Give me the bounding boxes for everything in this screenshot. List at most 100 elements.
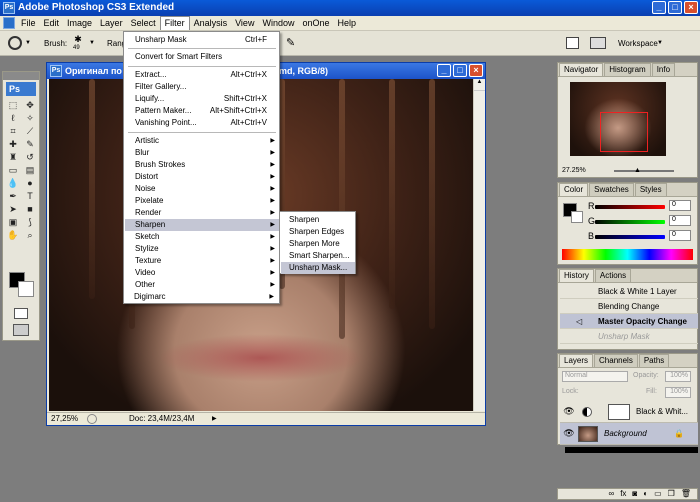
new-layer-icon[interactable]: ❐	[668, 489, 675, 499]
history-item[interactable]: Blending Change	[560, 299, 698, 314]
submenu-item-unsharp-mask[interactable]: Unsharp Mask...	[281, 262, 355, 274]
clone-stamp-tool-icon[interactable]: ♜	[5, 151, 21, 163]
eraser-tool-icon[interactable]: ▭	[5, 164, 21, 176]
channel-r-value[interactable]: 0	[669, 200, 691, 211]
workspace-label[interactable]: Workspace	[618, 39, 658, 48]
quick-selection-tool-icon[interactable]	[8, 36, 22, 50]
menu-item-last-filter[interactable]: Unsharp Mask Ctrl+F	[125, 34, 279, 46]
scroll-up-icon[interactable]: ▲	[474, 79, 485, 91]
blur-tool-icon[interactable]: 💧	[5, 177, 21, 189]
move-tool-icon[interactable]: ✥	[22, 99, 38, 111]
layer-name[interactable]: Black & Whit...	[636, 401, 688, 423]
submenu-item-sharpen-more[interactable]: Sharpen More	[281, 238, 355, 250]
screen-mode-icon[interactable]	[13, 324, 29, 336]
menu-image[interactable]: Image	[63, 16, 96, 31]
menu-item-stylize[interactable]: Stylize ▶	[125, 243, 279, 255]
doc-maximize-icon[interactable]: □	[453, 64, 467, 77]
blend-mode-select[interactable]: Normal	[562, 371, 628, 382]
dodge-tool-icon[interactable]: ●	[22, 177, 38, 189]
app-menu-icon[interactable]	[3, 17, 15, 29]
submenu-item-smart-sharpen[interactable]: Smart Sharpen...	[281, 250, 355, 262]
menu-item-digimarc[interactable]: Digimarc ▶	[124, 291, 278, 303]
submenu-item-sharpen[interactable]: Sharpen	[281, 214, 355, 226]
layer-row-selected[interactable]: 👁 Background 🔒	[560, 423, 698, 445]
menu-item-blur[interactable]: Blur ▶	[125, 147, 279, 159]
fill-field[interactable]: 100%	[665, 387, 691, 398]
tab-histogram[interactable]: Histogram	[604, 63, 651, 76]
history-brush-source-icon[interactable]: ◁	[576, 317, 582, 326]
close-icon[interactable]: ×	[684, 1, 698, 14]
tab-info[interactable]: Info	[651, 63, 676, 76]
add-mask-icon[interactable]: ◙	[632, 489, 637, 499]
maximize-icon[interactable]: □	[668, 1, 682, 14]
background-color-swatch[interactable]	[18, 281, 34, 297]
status-arrow-icon[interactable]: ▶	[212, 413, 217, 425]
minimize-icon[interactable]: _	[652, 1, 666, 14]
tab-layers[interactable]: Layers	[559, 354, 594, 367]
quick-mask-icon[interactable]	[14, 308, 28, 319]
menu-select[interactable]: Select	[127, 16, 160, 31]
menu-item-artistic[interactable]: Artistic ▶	[125, 135, 279, 147]
menu-filter[interactable]: Filter	[159, 16, 190, 30]
menu-item-brush-strokes[interactable]: Brush Strokes ▶	[125, 159, 279, 171]
submenu-item-sharpen-edges[interactable]: Sharpen Edges	[281, 226, 355, 238]
eye-icon[interactable]: 👁	[563, 427, 575, 439]
brush-dropdown-icon[interactable]: ▼	[89, 40, 95, 46]
zoom-level[interactable]: 27,25%	[51, 413, 78, 425]
menu-layer[interactable]: Layer	[96, 16, 127, 31]
tab-styles[interactable]: Styles	[634, 183, 667, 196]
menu-window[interactable]: Window	[258, 16, 298, 31]
opacity-field[interactable]: 100%	[665, 371, 691, 382]
history-brush-tool-icon[interactable]: ↺	[22, 151, 38, 163]
doc-minimize-icon[interactable]: _	[437, 64, 451, 77]
workspace-dropdown-icon[interactable]: ▼	[657, 40, 663, 46]
magic-wand-tool-icon[interactable]: ✧	[22, 112, 38, 124]
hand-tool-icon[interactable]: ✋	[5, 229, 21, 241]
layer-row[interactable]: 👁 Black & Whit...	[560, 401, 698, 423]
menu-item-other[interactable]: Other ▶	[125, 279, 279, 291]
tab-channels[interactable]: Channels	[594, 354, 638, 367]
menu-item-filter-gallery[interactable]: Filter Gallery...	[125, 81, 279, 93]
channel-r-slider[interactable]	[595, 205, 665, 209]
link-layers-icon[interactable]: ∞	[608, 489, 614, 499]
crop-tool-icon[interactable]: ⌗	[5, 125, 21, 137]
trash-icon[interactable]: 🗑	[681, 489, 691, 499]
color-background-swatch[interactable]	[571, 211, 583, 223]
brush-preview-icon[interactable]: ✱	[73, 34, 83, 44]
lasso-tool-icon[interactable]: ℓ	[5, 112, 21, 124]
layer-thumbnail[interactable]	[578, 426, 598, 442]
menu-edit[interactable]: Edit	[40, 16, 64, 31]
menu-item-noise[interactable]: Noise ▶	[125, 183, 279, 195]
menu-help[interactable]: Help	[334, 16, 361, 31]
history-item-undone[interactable]: Unsharp Mask	[560, 329, 698, 344]
menu-item-texture[interactable]: Texture ▶	[125, 255, 279, 267]
menu-item-liquify[interactable]: Liquify... Shift+Ctrl+X	[125, 93, 279, 105]
airbrush-icon[interactable]: ✎	[286, 36, 300, 50]
app-title-bar[interactable]: Ps Adobe Photoshop CS3 Extended _ □ ×	[0, 0, 700, 16]
photoshop-logo-icon[interactable]: Ps	[6, 82, 36, 96]
status-menu-icon[interactable]	[87, 414, 97, 424]
channel-b-slider[interactable]	[595, 235, 665, 239]
vertical-scrollbar[interactable]: ▲	[473, 79, 485, 411]
layer-style-icon[interactable]: fx	[620, 489, 626, 499]
tab-navigator[interactable]: Navigator	[559, 63, 604, 76]
history-item[interactable]: Black & White 1 Layer	[560, 284, 698, 299]
navigator-view-box[interactable]	[600, 112, 648, 152]
pen-tool-icon[interactable]: ✒	[5, 190, 21, 202]
zoom-tool-icon[interactable]: ⌕	[22, 229, 38, 241]
brush-tool-icon[interactable]: ✎	[22, 138, 38, 150]
path-selection-tool-icon[interactable]: ➤	[5, 203, 21, 215]
eye-icon[interactable]: 👁	[563, 405, 575, 417]
notes-tool-icon[interactable]: ▣	[5, 216, 21, 228]
menu-item-convert-smart-filters[interactable]: Convert for Smart Filters	[125, 51, 279, 63]
menu-item-distort[interactable]: Distort ▶	[125, 171, 279, 183]
navigator-zoom-slider[interactable]	[614, 170, 674, 172]
tab-paths[interactable]: Paths	[638, 354, 670, 367]
menu-item-pixelate[interactable]: Pixelate ▶	[125, 195, 279, 207]
zoom-slider-thumb-icon[interactable]: ▲	[634, 167, 641, 174]
channel-b-value[interactable]: 0	[669, 230, 691, 241]
layer-name[interactable]: Background	[604, 423, 647, 445]
tab-swatches[interactable]: Swatches	[589, 183, 634, 196]
menu-item-extract[interactable]: Extract... Alt+Ctrl+X	[125, 69, 279, 81]
menu-item-sharpen[interactable]: Sharpen ▶	[125, 219, 279, 231]
